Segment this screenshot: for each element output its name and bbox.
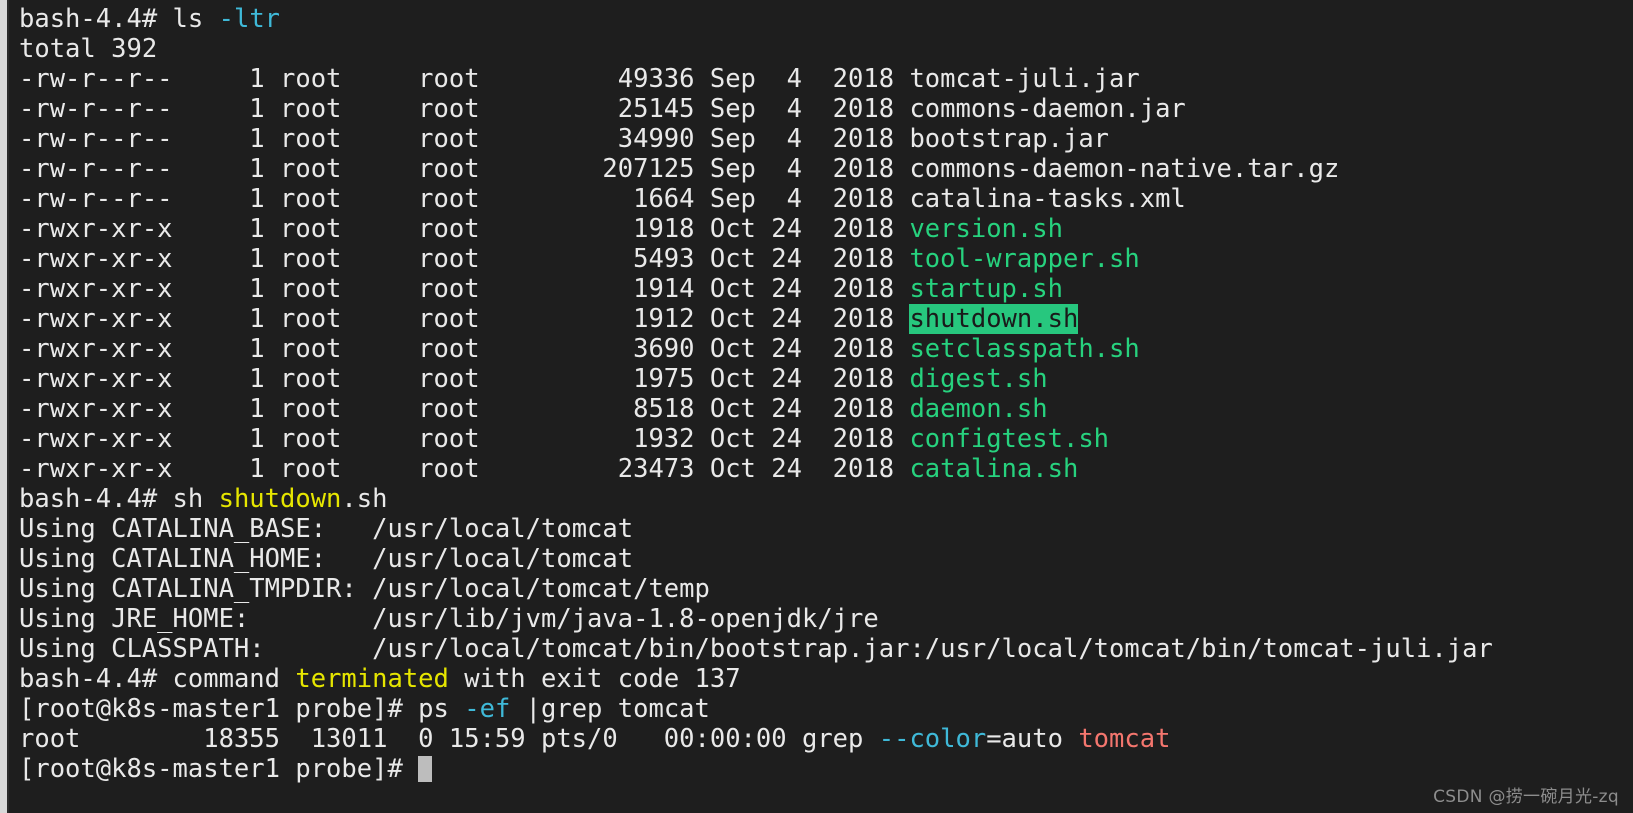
ls-row-metadata: -rwxr-xr-x 1 root root 1914 Oct 24 2018 [19, 274, 910, 304]
ps-command-pattern: tomcat [1078, 724, 1171, 754]
command-line-ps: [root@k8s-master1 probe]# ps -ef |grep t… [19, 694, 1633, 724]
catalina-env-value: /usr/local/tomcat [372, 544, 634, 574]
ls-row: -rwxr-xr-x 1 root root 1918 Oct 24 2018 … [19, 214, 1633, 244]
ls-row-metadata: -rw-r--r-- 1 root root 25145 Sep 4 2018 [19, 94, 910, 124]
terminated-prefix: command [172, 664, 296, 694]
terminated-suffix: with exit code 137 [448, 664, 741, 694]
ls-row-metadata: -rw-r--r-- 1 root root 1664 Sep 4 2018 [19, 184, 910, 214]
command-ls-flags: -ltr [218, 4, 281, 34]
ls-row-filename: daemon.sh [909, 394, 1048, 424]
ls-row-metadata: -rw-r--r-- 1 root root 34990 Sep 4 2018 [19, 124, 910, 154]
command-line-shutdown: bash-4.4# sh shutdown.sh [19, 484, 1633, 514]
ls-row-metadata: -rwxr-xr-x 1 root root 1912 Oct 24 2018 [19, 304, 910, 334]
host-prompt: [root@k8s-master1 probe]# [19, 694, 403, 724]
catalina-env-value: /usr/local/tomcat [372, 514, 634, 544]
catalina-env-rows: Using CATALINA_BASE: /usr/local/tomcat Us… [19, 514, 1633, 664]
shell-prompt: bash-4.4# [19, 484, 158, 514]
ps-command-color-flag: --color [878, 724, 987, 754]
shell-prompt: bash-4.4# [19, 664, 158, 694]
ls-row-metadata: -rwxr-xr-x 1 root root 5493 Oct 24 2018 [19, 244, 910, 274]
ls-row-filename: commons-daemon-native.tar.gz [909, 154, 1340, 184]
catalina-env-label: Using CATALINA_TMPDIR: [19, 574, 373, 604]
ls-row-filename: digest.sh [909, 364, 1048, 394]
ps-command-color-value: =auto [986, 724, 1079, 754]
catalina-env-label: Using CATALINA_BASE: [19, 514, 373, 544]
ls-row: -rw-r--r-- 1 root root 49336 Sep 4 2018 … [19, 64, 1633, 94]
catalina-env-value: /usr/local/tomcat/bin/bootstrap.jar:/usr… [372, 634, 1493, 664]
ls-row-filename: commons-daemon.jar [909, 94, 1186, 124]
ls-row-metadata: -rwxr-xr-x 1 root root 23473 Oct 24 2018 [19, 454, 910, 484]
ls-row-metadata: -rw-r--r-- 1 root root 207125 Sep 4 2018 [19, 154, 910, 184]
ls-row: -rw-r--r-- 1 root root 1664 Sep 4 2018 c… [19, 184, 1633, 214]
ps-command-grep: grep [801, 724, 879, 754]
catalina-env-value: /usr/lib/jvm/java-1.8-openjdk/jre [372, 604, 879, 634]
catalina-env-label: Using CLASSPATH: [19, 634, 373, 664]
ls-row: -rwxr-xr-x 1 root root 1932 Oct 24 2018 … [19, 424, 1633, 454]
final-prompt-line: [root@k8s-master1 probe]# [19, 754, 1633, 784]
command-ls: ls [172, 4, 204, 34]
ls-row-metadata: -rw-r--r-- 1 root root 49336 Sep 4 2018 [19, 64, 910, 94]
catalina-env-label: Using CATALINA_HOME: [19, 544, 373, 574]
terminal-screen[interactable]: bash-4.4# ls -ltr total 392 -rw-r--r-- 1… [11, 0, 1633, 813]
ls-row-metadata: -rwxr-xr-x 1 root root 1932 Oct 24 2018 [19, 424, 910, 454]
ls-row: -rwxr-xr-x 1 root root 8518 Oct 24 2018 … [19, 394, 1633, 424]
catalina-env-label: Using JRE_HOME: [19, 604, 373, 634]
catalina-env-value: /usr/local/tomcat/temp [372, 574, 710, 604]
ls-row-metadata: -rwxr-xr-x 1 root root 1918 Oct 24 2018 [19, 214, 910, 244]
ls-total-line: total 392 [19, 34, 158, 64]
command-sh: sh [172, 484, 219, 514]
csdn-watermark: CSDN @捞一碗月光-zq [1433, 787, 1619, 807]
ls-row: -rw-r--r-- 1 root root 207125 Sep 4 2018… [19, 154, 1633, 184]
command-line-ls: bash-4.4# ls -ltr [19, 4, 1633, 34]
ls-row-filename: catalina-tasks.xml [909, 184, 1186, 214]
host-prompt: [root@k8s-master1 probe]# [19, 754, 403, 784]
ls-row-filename: shutdown.sh [909, 304, 1079, 334]
ls-row: -rwxr-xr-x 1 root root 5493 Oct 24 2018 … [19, 244, 1633, 274]
catalina-env-line: Using CATALINA_HOME: /usr/local/tomcat [19, 544, 1633, 574]
catalina-env-line: Using CATALINA_BASE: /usr/local/tomcat [19, 514, 1633, 544]
ls-row: -rw-r--r-- 1 root root 25145 Sep 4 2018 … [19, 94, 1633, 124]
command-ps-flags: -ef [464, 694, 511, 724]
ls-row-filename: catalina.sh [909, 454, 1079, 484]
ls-row-filename: setclasspath.sh [909, 334, 1140, 364]
ls-row-metadata: -rwxr-xr-x 1 root root 1975 Oct 24 2018 [19, 364, 910, 394]
terminal-window[interactable]: bash-4.4# ls -ltr total 392 -rw-r--r-- 1… [0, 0, 1633, 813]
command-arg-extension: .sh [341, 484, 388, 514]
shell-prompt: bash-4.4# [19, 4, 158, 34]
ps-output-columns: root 18355 13011 0 15:59 pts/0 00:00:00 [19, 724, 802, 754]
ls-row: -rwxr-xr-x 1 root root 3690 Oct 24 2018 … [19, 334, 1633, 364]
ls-row-filename: version.sh [909, 214, 1063, 244]
ls-row-metadata: -rwxr-xr-x 1 root root 3690 Oct 24 2018 [19, 334, 910, 364]
catalina-env-line: Using JRE_HOME: /usr/lib/jvm/java-1.8-op… [19, 604, 1633, 634]
ls-row-filename: startup.sh [909, 274, 1063, 304]
ls-row: -rwxr-xr-x 1 root root 1914 Oct 24 2018 … [19, 274, 1633, 304]
window-left-edge-scrollbar[interactable] [0, 0, 9, 813]
ls-row-filename: tomcat-juli.jar [909, 64, 1140, 94]
command-arg-shutdown: shutdown [218, 484, 342, 514]
catalina-env-line: Using CATALINA_TMPDIR: /usr/local/tomcat… [19, 574, 1633, 604]
ls-row-metadata: -rwxr-xr-x 1 root root 8518 Oct 24 2018 [19, 394, 910, 424]
text-cursor [418, 756, 433, 782]
ls-output-rows: -rw-r--r-- 1 root root 49336 Sep 4 2018 … [19, 64, 1633, 484]
command-ps: ps [418, 694, 465, 724]
catalina-env-line: Using CLASSPATH: /usr/local/tomcat/bin/b… [19, 634, 1633, 664]
ls-row: -rwxr-xr-x 1 root root 1975 Oct 24 2018 … [19, 364, 1633, 394]
terminated-message-line: bash-4.4# command terminated with exit c… [19, 664, 1633, 694]
terminated-keyword: terminated [295, 664, 449, 694]
command-ps-pipe: |grep tomcat [510, 694, 710, 724]
ls-row-filename: tool-wrapper.sh [909, 244, 1140, 274]
ls-row: -rw-r--r-- 1 root root 34990 Sep 4 2018 … [19, 124, 1633, 154]
ps-output-row: root 18355 13011 0 15:59 pts/0 00:00:00 … [19, 724, 1633, 754]
ls-row-filename: bootstrap.jar [909, 124, 1110, 154]
ls-row: -rwxr-xr-x 1 root root 23473 Oct 24 2018… [19, 454, 1633, 484]
ls-row-filename: configtest.sh [909, 424, 1110, 454]
ls-row: -rwxr-xr-x 1 root root 1912 Oct 24 2018 … [19, 304, 1633, 334]
